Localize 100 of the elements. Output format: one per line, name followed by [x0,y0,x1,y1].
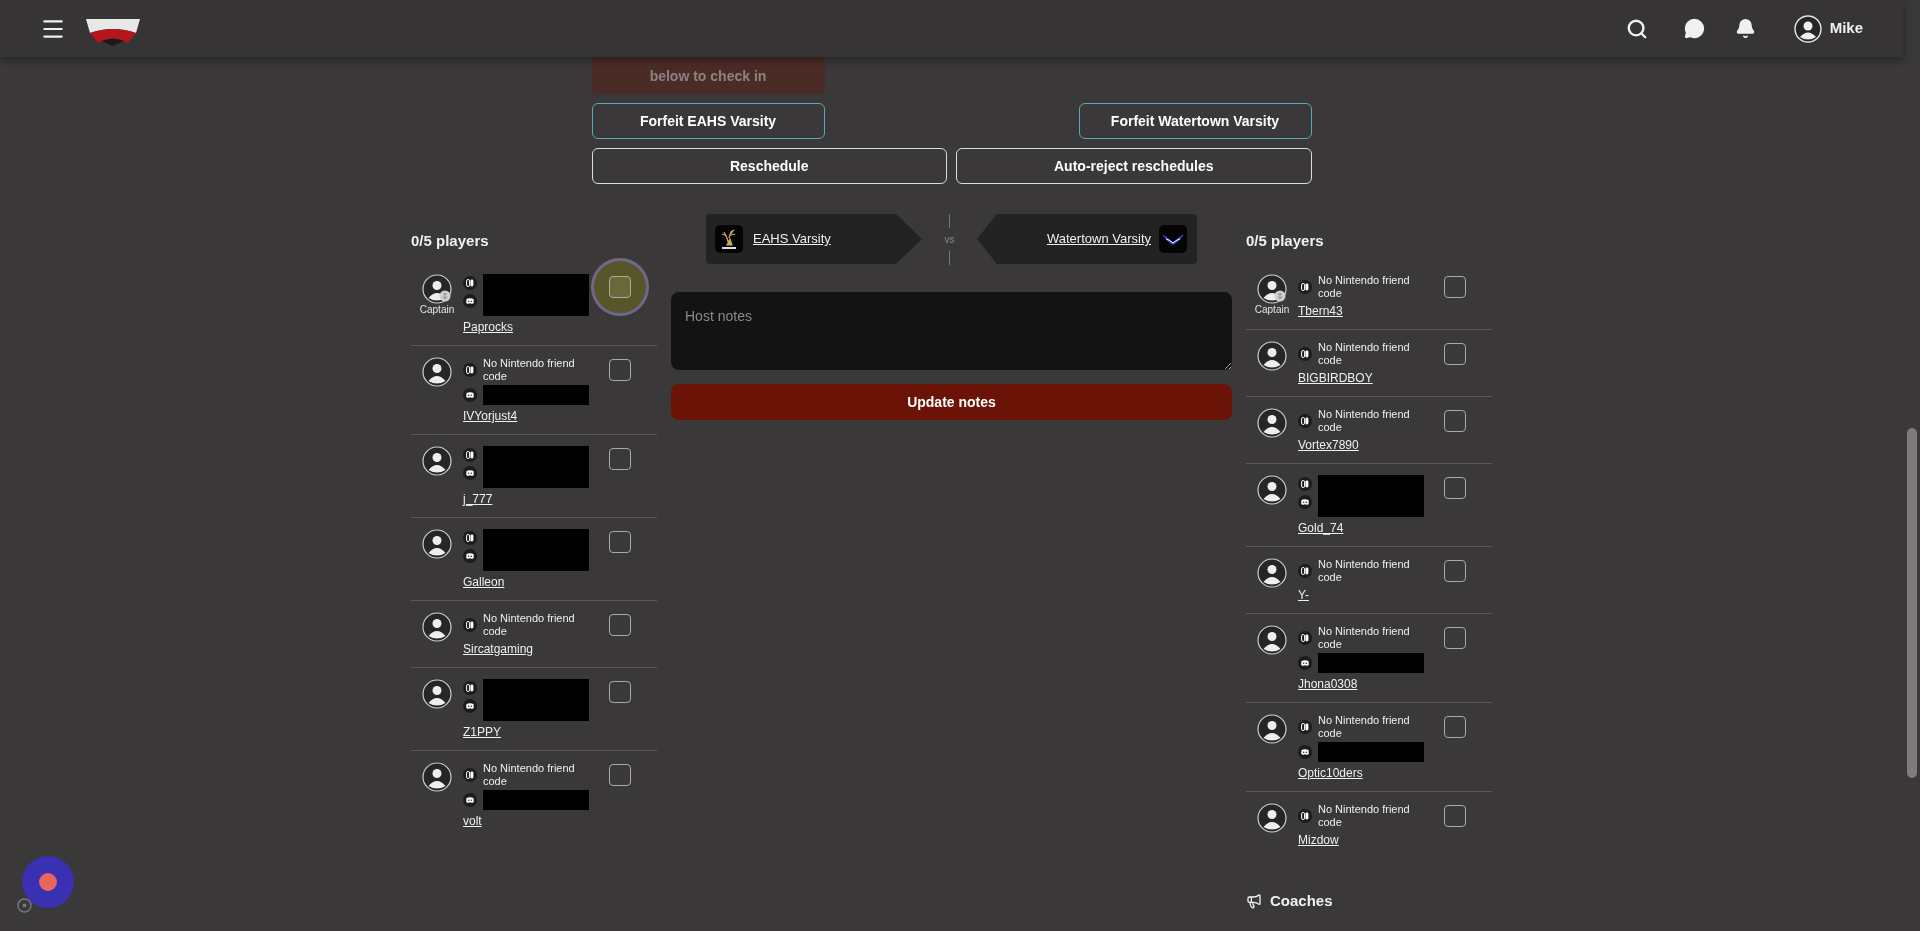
checkbox[interactable] [609,680,631,703]
team-logo [715,225,743,253]
game-console-icon [1298,719,1312,734]
checkbox[interactable] [1444,342,1466,365]
player-name-link[interactable]: Z1PPY [463,724,501,739]
user-avatar-icon [1257,273,1287,304]
update-notes-button[interactable]: Update notes [671,384,1232,420]
notification-icon[interactable] [1734,18,1756,39]
player-name-link[interactable]: Y- [1298,587,1309,602]
player-name-link[interactable]: j_777 [463,491,493,506]
user-avatar-icon [422,356,452,387]
vs-label: vs [944,232,955,247]
checkbox[interactable] [1444,476,1466,499]
friend-code-text: No Nintendo friend code [483,356,576,383]
friend-code-text: No Nintendo friend code [1318,802,1411,829]
player-name-link[interactable]: Galleon [463,574,505,589]
user-avatar-icon [422,528,452,559]
game-console-icon [463,767,477,782]
settings-icon[interactable] [17,898,32,913]
coaches-heading: Coaches [1270,890,1333,911]
chat-bubble-icon [463,792,477,807]
friend-code-text: No Nintendo friend code [483,761,576,788]
checkbox[interactable] [609,763,631,786]
user-avatar-icon [422,761,452,792]
player-name-link[interactable]: Gold_74 [1298,520,1344,535]
checkbox[interactable] [609,613,631,636]
chat-bubble-icon [463,548,477,563]
reschedule-button[interactable]: Reschedule [591,148,947,184]
player-name-link[interactable]: Paprocks [463,319,514,334]
friend-code-text: No Nintendo friend code [1318,624,1411,651]
game-console-icon [1298,346,1312,361]
game-console-icon [463,362,477,377]
floating-action-button[interactable] [22,856,74,908]
friend-code-text: No Nintendo friend code [1318,713,1411,740]
chat-bubble-icon [463,698,477,713]
user-avatar-icon [1257,713,1287,744]
chat-bubble-icon [463,293,477,308]
forfeit-button[interactable]: Forfeit Watertown Varsity [1078,103,1312,139]
forfeit-button[interactable]: Forfeit EAHS Varsity [591,103,825,139]
checkbox[interactable] [1444,275,1466,298]
user-avatar-icon [422,678,452,709]
chat-icon[interactable] [1683,18,1705,39]
chat-bubble-icon [463,387,477,402]
checkbox[interactable] [1444,715,1466,738]
game-console-icon [1298,563,1312,578]
game-console-icon [1298,808,1312,823]
search-icon[interactable] [1625,17,1648,40]
game-console-icon [1298,630,1312,645]
player-name-link[interactable]: Sircatgaming [463,641,534,656]
game-console-icon [463,617,477,632]
checkbox[interactable] [609,447,631,470]
player-name-link[interactable]: Vortex7890 [1298,437,1359,452]
chat-bubble-icon [1298,655,1312,670]
checkbox[interactable] [1444,409,1466,432]
player-count: 0/5 players [1246,231,1325,251]
team-name-link[interactable]: EAHS Varsity [753,229,831,249]
user-avatar-icon [1257,474,1287,505]
user-avatar-icon[interactable] [1793,14,1822,43]
game-console-icon [463,680,477,695]
checkbox[interactable] [1444,804,1466,827]
player-name-link[interactable]: BIGBIRDBOY [1298,370,1373,385]
friend-code-text: No Nintendo friend code [1318,273,1411,300]
user-avatar-icon [422,445,452,476]
game-console-icon [463,275,477,290]
player-name-link[interactable]: Tbern43 [1298,303,1343,318]
captain-label: Captain [419,303,455,315]
chat-bubble-icon [1298,494,1312,509]
user-avatar-icon [1257,802,1287,833]
user-avatar-icon [422,611,452,642]
user-avatar-icon [1257,624,1287,655]
player-name-link[interactable]: volt [463,813,482,828]
checkbox[interactable] [1444,559,1466,582]
player-name-link[interactable]: Jhona0308 [1298,676,1358,691]
checkbox[interactable] [609,530,631,553]
megaphone-icon [1246,892,1262,909]
auto-reject-button[interactable]: Auto-reject reschedules [956,148,1312,184]
player-count: 0/5 players [411,231,490,251]
captain-label: Captain [1254,303,1290,315]
user-avatar-icon [422,273,452,304]
friend-code-text: No Nintendo friend code [483,611,576,638]
game-console-icon [1298,476,1312,491]
friend-code-text: No Nintendo friend code [1318,340,1411,367]
game-console-icon [463,530,477,545]
game-console-icon [1298,413,1312,428]
team-name-link[interactable]: Watertown Varsity [1046,229,1151,249]
user-avatar-icon [1257,557,1287,588]
checkbox[interactable] [609,275,631,298]
checkbox[interactable] [609,358,631,381]
chat-bubble-icon [1298,744,1312,759]
notes-field[interactable]: Host notes [671,292,1232,370]
checkbox[interactable] [1444,626,1466,649]
player-name-link[interactable]: Mizdow [1298,832,1339,847]
team-logo [1159,225,1187,253]
game-console-icon [1298,279,1312,294]
player-name-link[interactable]: Optic10ders [1298,765,1363,780]
username[interactable]: Mike [1829,17,1863,40]
friend-code-text: No Nintendo friend code [1318,407,1411,434]
player-name-link[interactable]: IVYorjust4 [463,408,518,423]
friend-code-text: No Nintendo friend code [1318,557,1411,584]
chat-bubble-icon [463,465,477,480]
